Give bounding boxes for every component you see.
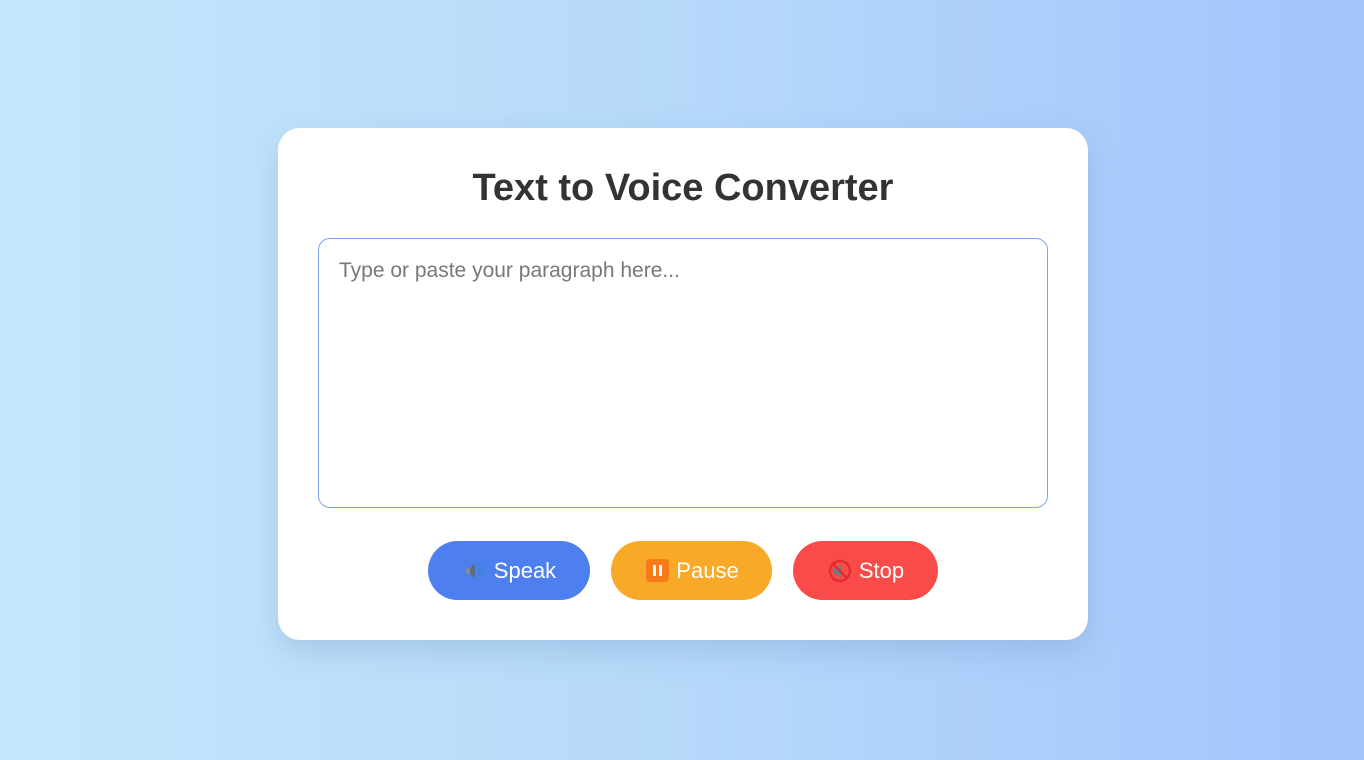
converter-card: Text to Voice Converter Speak Pause bbox=[278, 128, 1088, 640]
pause-icon bbox=[644, 558, 670, 584]
muted-speaker-icon bbox=[827, 558, 853, 584]
stop-button[interactable]: Stop bbox=[793, 541, 938, 600]
speak-button[interactable]: Speak bbox=[428, 541, 590, 600]
stop-button-label: Stop bbox=[858, 557, 905, 583]
speaker-icon bbox=[462, 558, 488, 584]
pause-button-label: Pause bbox=[676, 557, 739, 583]
paragraph-input[interactable] bbox=[318, 238, 1048, 508]
pause-button[interactable]: Pause bbox=[611, 541, 772, 600]
speak-button-label: Speak bbox=[493, 557, 557, 583]
page-title: Text to Voice Converter bbox=[472, 167, 894, 209]
